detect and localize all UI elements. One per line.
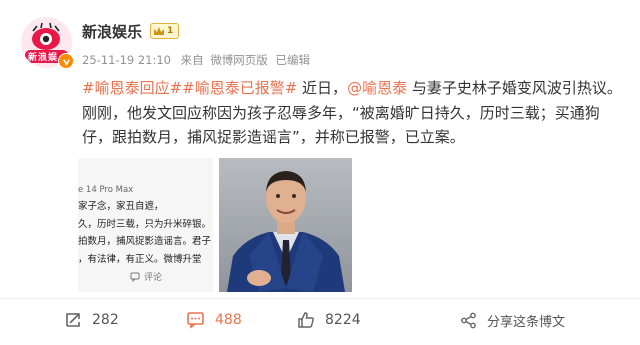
image-text-line: ，有法律，有正义。微博升堂 xyxy=(78,253,202,265)
mention-link[interactable]: @喻恩泰 xyxy=(347,79,407,97)
image-text-line: 拍数月，捕风捉影造谣言。君子 xyxy=(78,236,212,247)
share-icon xyxy=(461,312,476,328)
comment-icon xyxy=(130,272,140,282)
text-segment: 近日， xyxy=(297,79,348,97)
comment-button[interactable]: 488 xyxy=(186,300,242,340)
image-comment: 评论 xyxy=(130,270,213,283)
hashtag-yu-entai-reported[interactable]: #喻恩泰已报警# xyxy=(182,79,297,97)
text-line: 仔，跟拍数月，捕风捉影造谣言”，并称已报警，已立案。 xyxy=(82,128,465,146)
avatar-text: 新浪娱 xyxy=(28,53,59,63)
post-meta: 25-11-19 21:10 来自 微博网页版 已编辑 xyxy=(82,52,316,68)
post-image-statement[interactable]: e 14 Pro Max 家子念，家丑自遮， 久，历时三载，只为升米碎银。 拍数… xyxy=(78,158,213,292)
post-image-photo[interactable] xyxy=(219,158,352,292)
image-text-line: 久，历时三载，只为升米碎银。 xyxy=(78,218,212,230)
edited-label[interactable]: 已编辑 xyxy=(275,53,310,67)
like-count: 8224 xyxy=(325,312,361,328)
image-header: e 14 Pro Max xyxy=(78,185,134,195)
share-button[interactable]: 分享这条博文 xyxy=(460,300,565,340)
source-prefix: 来自 xyxy=(180,53,204,67)
repost-button[interactable]: 282 xyxy=(64,300,119,340)
vip-badge[interactable]: 1 xyxy=(150,23,180,39)
share-label: 分享这条博文 xyxy=(487,314,566,330)
repost-icon xyxy=(66,313,80,327)
post-source[interactable]: 微博网页版 xyxy=(210,53,268,67)
image-text-line: 家子念，家丑自遮， xyxy=(78,201,164,212)
vip-level: 1 xyxy=(167,26,174,36)
hashtag-yu-entai-response[interactable]: #喻恩泰回应# xyxy=(82,79,182,97)
post-date[interactable]: 25-11-19 21:10 xyxy=(82,53,171,67)
like-button[interactable]: 8224 xyxy=(297,300,361,340)
text-line: 刚刚，他发文回应称因为孩子忍辱多年，“被离婚旷日持久，历时三载；买通狗 xyxy=(82,103,600,122)
comment-icon xyxy=(187,312,204,329)
crown-icon xyxy=(154,27,165,35)
repost-count: 282 xyxy=(92,312,119,328)
image-comment-label: 评论 xyxy=(144,273,163,283)
comment-count: 488 xyxy=(215,312,242,328)
like-icon xyxy=(298,312,314,328)
portrait-photo xyxy=(219,158,352,292)
post-text: #喻恩泰回应##喻恩泰已报警# 近日，@喻恩泰 与妻子史林子婚变风波引热议。 刚… xyxy=(82,76,630,150)
author-name[interactable]: 新浪娱乐 xyxy=(82,21,142,42)
text-segment: 与妻子史林子婚变风波引热议。 xyxy=(407,79,622,97)
verified-icon xyxy=(58,53,74,69)
